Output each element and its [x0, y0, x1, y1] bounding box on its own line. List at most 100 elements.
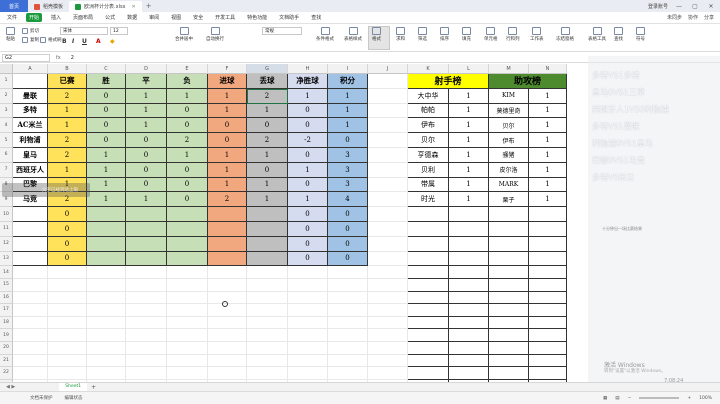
score-cell[interactable]: 0	[247, 118, 288, 134]
assist-count-cell[interactable]: 1	[529, 103, 567, 119]
menu-view[interactable]: 视图	[168, 13, 184, 22]
menu-review[interactable]: 审阅	[146, 13, 162, 22]
grid-cell[interactable]	[208, 367, 247, 380]
score-cell[interactable]: 3	[328, 148, 368, 163]
score-cell[interactable]	[87, 236, 126, 252]
score-cell[interactable]	[167, 236, 208, 252]
scorer-name-cell[interactable]	[408, 367, 449, 380]
score-cell[interactable]: 1	[328, 118, 368, 134]
scorer-name-cell[interactable]	[408, 329, 449, 342]
menu-search[interactable]: 查找	[308, 13, 324, 22]
score-cell[interactable]	[247, 222, 288, 237]
score-cell[interactable]	[208, 236, 247, 252]
grid-cell[interactable]	[328, 291, 368, 305]
score-cell[interactable]	[167, 251, 208, 267]
column-header[interactable]: G	[247, 64, 288, 74]
cell-button[interactable]: 单元格	[484, 27, 498, 42]
score-cell[interactable]: 0	[87, 103, 126, 119]
grid-cell[interactable]	[247, 279, 288, 292]
grid-cell[interactable]	[328, 279, 368, 292]
score-cell[interactable]: 4	[328, 192, 368, 208]
merge-center-button[interactable]: 合并居中	[175, 27, 193, 42]
assist-count-cell[interactable]: 1	[529, 162, 567, 178]
assist-count-cell[interactable]	[529, 367, 567, 380]
score-cell[interactable]: 0	[288, 103, 328, 119]
italic-button[interactable]: I	[72, 38, 74, 45]
scorer-goals-cell[interactable]: 1	[449, 118, 489, 134]
score-cell[interactable]	[247, 207, 288, 222]
row-header[interactable]: 7	[0, 162, 13, 178]
name-box[interactable]: G2	[2, 53, 50, 62]
score-cell[interactable]: 皇马	[13, 148, 48, 163]
grid-cell[interactable]	[126, 291, 167, 305]
score-cell[interactable]: 0	[208, 133, 247, 148]
score-header-cell[interactable]: 净胜球	[288, 74, 328, 89]
assist-name-cell[interactable]	[489, 236, 529, 252]
scorer-goals-cell[interactable]	[449, 251, 489, 267]
scorer-goals-cell[interactable]	[449, 329, 489, 342]
scorer-name-cell[interactable]	[408, 236, 449, 252]
grid-cell[interactable]	[126, 316, 167, 330]
score-cell[interactable]: 0	[87, 118, 126, 134]
zoom-out-icon[interactable]: −	[628, 396, 632, 401]
scorer-goals-cell[interactable]	[449, 207, 489, 222]
score-cell[interactable]	[167, 222, 208, 237]
grid-cell[interactable]	[126, 367, 167, 380]
grid-cell[interactable]	[87, 291, 126, 305]
grid-cell[interactable]	[368, 118, 408, 134]
score-cell[interactable]: 0	[247, 162, 288, 178]
scorer-name-cell[interactable]	[408, 304, 449, 317]
score-cell[interactable]: 0	[87, 133, 126, 148]
grid-cell[interactable]	[368, 367, 408, 380]
score-cell[interactable]: 0	[167, 177, 208, 193]
score-cell[interactable]: 0	[126, 177, 167, 193]
grid-cell[interactable]	[126, 329, 167, 342]
new-tab-button[interactable]: +	[142, 2, 156, 10]
score-cell[interactable]: 0	[126, 162, 167, 178]
score-cell[interactable]: 0	[328, 251, 368, 267]
scorer-goals-cell[interactable]	[449, 367, 489, 380]
grid-cell[interactable]	[368, 103, 408, 119]
menu-file[interactable]: 文件	[4, 13, 20, 22]
row-header[interactable]: 6	[0, 148, 13, 163]
score-cell[interactable]: 1	[48, 118, 87, 134]
score-cell[interactable]	[208, 222, 247, 237]
score-cell[interactable]: 0	[288, 118, 328, 134]
grid-cell[interactable]	[368, 148, 408, 163]
grid-cell[interactable]	[368, 162, 408, 178]
grid-cell[interactable]	[48, 291, 87, 305]
scorer-goals-cell[interactable]	[449, 266, 489, 279]
grid-cell[interactable]	[368, 207, 408, 222]
assist-name-cell[interactable]	[489, 354, 529, 368]
number-format-select[interactable]: 常规	[262, 27, 302, 35]
score-cell[interactable]	[126, 207, 167, 222]
scorer-goals-cell[interactable]	[449, 354, 489, 368]
font-color-icon[interactable]: A	[96, 38, 101, 45]
grid-cell[interactable]	[288, 316, 328, 330]
score-cell[interactable]: 1	[288, 88, 328, 104]
grid-cell[interactable]	[368, 236, 408, 252]
home-tab[interactable]: 首页	[0, 0, 28, 12]
score-header-cell[interactable]: 胜	[87, 74, 126, 89]
assist-count-cell[interactable]	[529, 207, 567, 222]
row-header[interactable]: 16	[0, 291, 13, 305]
assist-name-cell[interactable]	[489, 266, 529, 279]
column-header[interactable]: B	[48, 64, 87, 74]
scorer-goals-cell[interactable]	[449, 279, 489, 292]
grid-cell[interactable]	[167, 304, 208, 317]
assist-count-cell[interactable]	[529, 236, 567, 252]
menu-page-layout[interactable]: 页面布局	[70, 13, 96, 22]
assist-name-cell[interactable]: 栗子	[489, 192, 529, 208]
scorer-name-cell[interactable]	[408, 342, 449, 355]
score-cell[interactable]	[247, 251, 288, 267]
grid-cell[interactable]	[13, 291, 48, 305]
score-cell[interactable]: 2	[247, 88, 288, 104]
table-tools-button[interactable]: 表格工具	[588, 27, 606, 42]
row-header[interactable]: 3	[0, 103, 13, 119]
close-tab-icon[interactable]: ✕	[132, 4, 136, 10]
score-cell[interactable]: 1	[208, 162, 247, 178]
scorer-goals-cell[interactable]: 1	[449, 133, 489, 148]
grid-cell[interactable]	[48, 329, 87, 342]
scorer-goals-cell[interactable]	[449, 304, 489, 317]
row-header[interactable]: 4	[0, 118, 13, 134]
